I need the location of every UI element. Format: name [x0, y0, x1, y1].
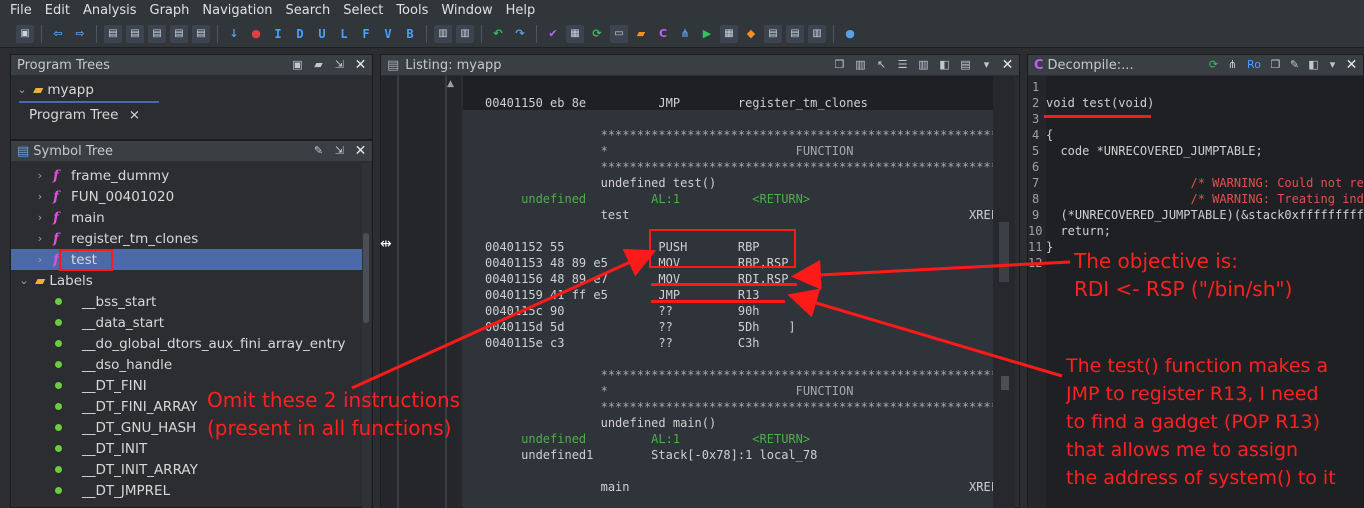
arrow-omit	[351, 248, 657, 390]
annotation-line: the address of system() to it	[1066, 467, 1336, 489]
arrow-gadget	[787, 288, 1063, 378]
annotation-omit: Omit these 2 instructions (present in al…	[207, 386, 460, 442]
annotation-line: to find a gadget (POP R13)	[1066, 411, 1321, 433]
annotation-line: The test() function makes a	[1066, 355, 1329, 377]
annotation-gadget: The test() function makes a JMP to regis…	[1066, 352, 1364, 492]
arrow-objective	[791, 259, 1071, 290]
annotation-line: that allows me to assign	[1066, 439, 1299, 461]
annotation-line: JMP to register R13, I need	[1066, 383, 1319, 405]
annotation-line: RDI <- RSP ("/bin/sh")	[1074, 277, 1293, 301]
annotation-objective: The objective is: RDI <- RSP ("/bin/sh")	[1074, 247, 1292, 303]
annotation-line: The objective is:	[1074, 249, 1238, 273]
annotation-line: (present in all functions)	[207, 416, 452, 440]
resize-cursor-icon: ⇹	[380, 236, 392, 252]
annotation-line: Omit these 2 instructions	[207, 388, 461, 412]
